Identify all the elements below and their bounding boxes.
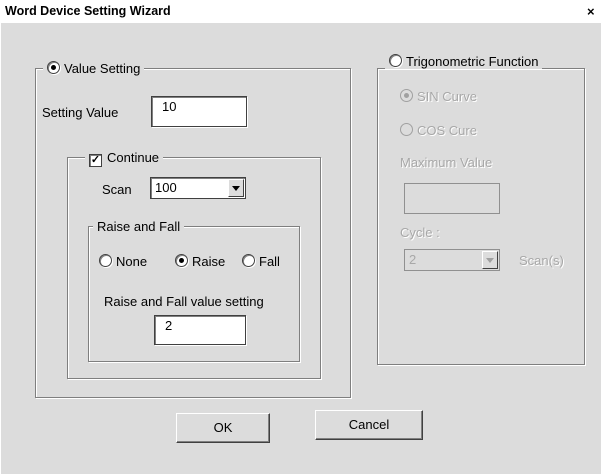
scan-label: Scan — [102, 182, 132, 197]
cycle-select-value: 2 — [409, 252, 417, 267]
cancel-button[interactable]: Cancel — [315, 410, 423, 440]
maximum-value-input[interactable] — [404, 183, 500, 214]
cos-curve-label: COS Cure — [417, 123, 477, 138]
trig-function-radio-icon[interactable] — [389, 54, 402, 67]
raise-fall-label: Raise and Fall — [93, 219, 185, 234]
scan-unit-label: Scan(s) — [519, 253, 564, 268]
option-none-label: None — [116, 254, 148, 269]
raise-fall-option-fall[interactable]: Fall — [242, 254, 280, 269]
sin-radio-icon[interactable] — [400, 89, 413, 102]
value-setting-label: Value Setting — [64, 61, 141, 76]
cos-radio-icon[interactable] — [400, 123, 413, 136]
value-setting-radio-icon[interactable] — [47, 61, 60, 74]
setting-value-input[interactable]: 10 — [151, 96, 247, 127]
cycle-select[interactable]: 2 — [404, 249, 500, 271]
maximum-value-label: Maximum Value — [400, 155, 493, 170]
sin-curve-label: SIN Curve — [417, 89, 477, 104]
option-fall-label: Fall — [259, 254, 280, 269]
ok-button[interactable]: OK — [176, 413, 270, 443]
trig-function-label: Trigonometric Function — [406, 54, 539, 69]
chevron-down-icon[interactable] — [228, 179, 244, 197]
scan-select[interactable]: 100 — [150, 177, 246, 199]
raise-radio-icon[interactable] — [175, 254, 188, 267]
trig-function-group — [377, 68, 585, 365]
chevron-down-icon[interactable] — [482, 251, 498, 269]
dialog-window: Word Device Setting Wizard × Value Setti… — [0, 0, 601, 474]
raise-fall-option-none[interactable]: None — [99, 254, 147, 269]
scan-select-value: 100 — [155, 180, 177, 195]
none-radio-icon[interactable] — [99, 254, 112, 267]
continue-label: Continue — [107, 150, 160, 165]
continue-check-icon[interactable]: ✓ — [89, 154, 102, 167]
setting-value-label: Setting Value — [42, 105, 119, 120]
trig-function-radio[interactable]: Trigonometric Function — [385, 54, 543, 69]
cos-curve-option[interactable]: COS Cure — [400, 123, 477, 138]
value-setting-radio[interactable]: Value Setting — [43, 61, 145, 76]
close-icon[interactable]: × — [587, 3, 601, 20]
continue-checkbox[interactable]: ✓ Continue — [85, 150, 164, 167]
window-title: Word Device Setting Wizard — [5, 4, 171, 18]
fall-radio-icon[interactable] — [242, 254, 255, 267]
cycle-label: Cycle : — [400, 225, 440, 240]
sin-curve-option[interactable]: SIN Curve — [400, 89, 477, 104]
raise-fall-option-raise[interactable]: Raise — [175, 254, 225, 269]
raise-fall-value-label: Raise and Fall value setting — [104, 294, 264, 309]
title-bar: Word Device Setting Wizard × — [1, 1, 601, 23]
raise-fall-value-input[interactable]: 2 — [154, 315, 246, 345]
option-raise-label: Raise — [192, 254, 226, 269]
